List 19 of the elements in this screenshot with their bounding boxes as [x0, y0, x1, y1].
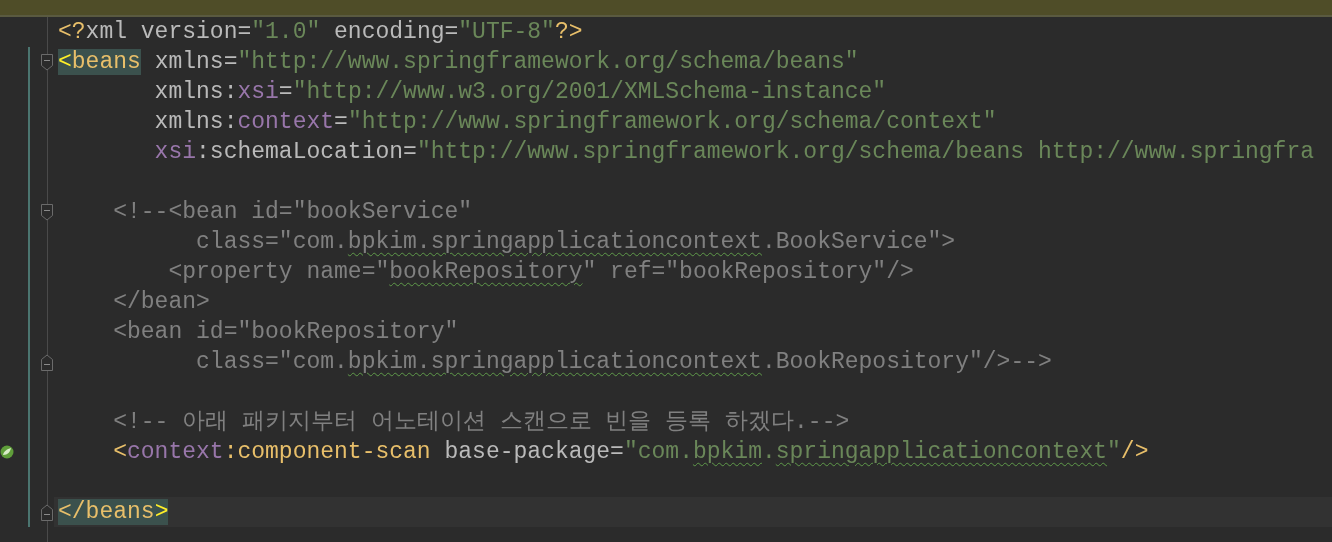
code-line: class="com.bpkim.springapplicationcontext.BookRepository"/>-->	[195, 348, 1052, 377]
code-line: <!-- 아래 패키지부터 어노테이션 스캔으로 빈을 등록 하겠다.-->	[112, 408, 850, 437]
fold-marker-icon[interactable]	[41, 353, 53, 371]
code-line: </beans>	[58, 498, 169, 527]
leaf-icon[interactable]	[0, 445, 14, 459]
code-line: class="com.bpkim.springapplicationcontext.BookService">	[195, 228, 956, 257]
code-line: </bean>	[112, 288, 210, 317]
code-line: xmlns:xsi="http://www.w3.org/2001/XMLSchema-instance"	[153, 78, 887, 107]
fold-marker-icon[interactable]	[41, 503, 53, 521]
fold-marker-icon[interactable]	[41, 203, 53, 221]
code-line: <bean id="bookRepository"	[112, 318, 459, 347]
code-line: xmlns:context="http://www.springframework.org/schema/context"	[153, 108, 997, 137]
code-line: <property name="bookRepository" ref="bookRepository"/>	[167, 258, 914, 287]
code-line: <?xml version="1.0" encoding="UTF-8"?>	[58, 18, 583, 47]
code-line: <context:component-scan base-package="com.bpkim.springapplicationcontext"/>	[112, 438, 1149, 467]
code-line: <beans xmlns="http://www.springframework.org/schema/beans"	[58, 48, 859, 77]
code-line: xsi:schemaLocation="http://www.springframework.org/schema/beans http://www.springfra	[153, 138, 1315, 167]
code-line: <!--<bean id="bookService"	[112, 198, 473, 227]
fold-marker-icon[interactable]	[41, 53, 53, 71]
